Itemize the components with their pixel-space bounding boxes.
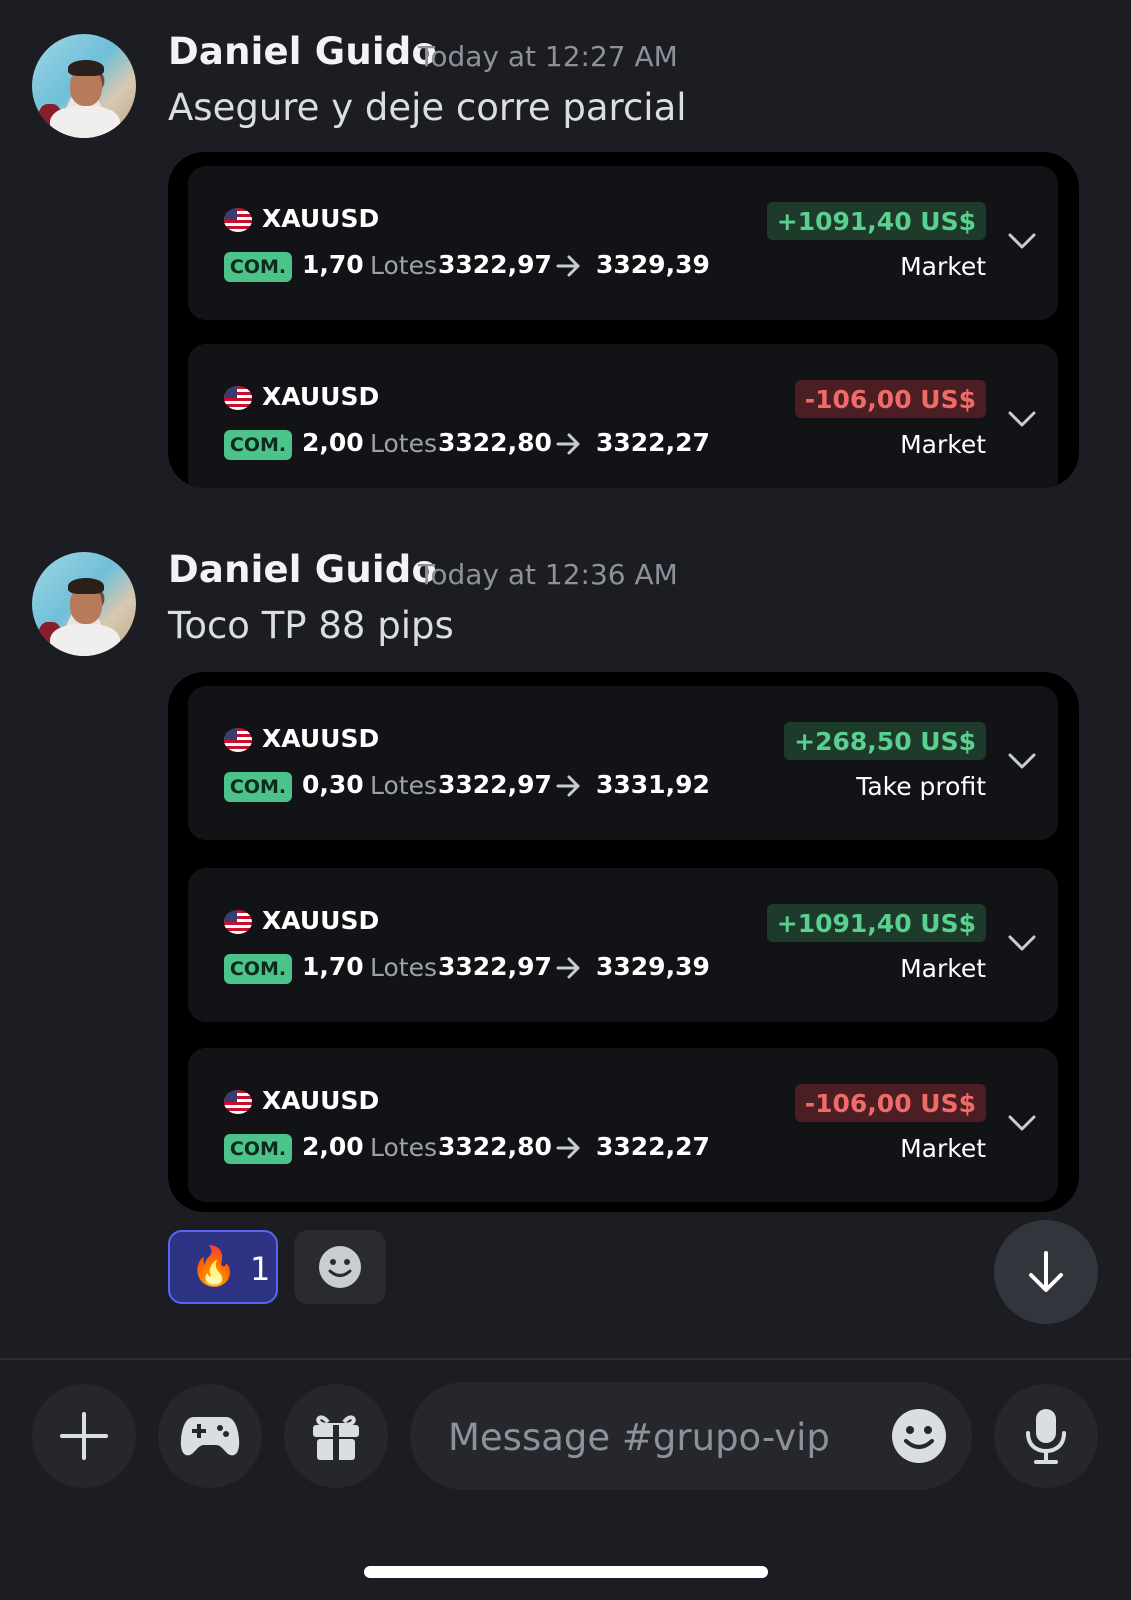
gift-icon [313,1415,359,1460]
trade-side-badge: COM. [224,954,292,984]
activities-button[interactable] [158,1384,262,1488]
trade-pnl: +1091,40 US$ [766,202,986,240]
gamepad-icon [180,1417,240,1456]
smiley-icon[interactable] [890,1407,948,1465]
trade-card[interactable]: XAUUSD COM. 2,00 Lotes 3322,80 3322,27 -106,00… [188,1048,1058,1202]
trade-entry-price: 3322,80 [438,1132,552,1161]
arrow-down-icon [1029,1251,1063,1292]
avatar[interactable] [32,552,136,656]
trade-close-type: Market [900,252,986,281]
trade-symbol: XAUUSD [262,1086,380,1115]
trade-close-type: Market [900,954,986,983]
timestamp: Today at 12:27 AM [418,40,678,73]
arrow-right-icon [556,775,580,797]
trade-close-type: Take profit [856,772,986,801]
trade-exit-price: 3329,39 [596,250,710,279]
us-flag-icon [224,910,252,934]
microphone-icon [1026,1409,1066,1464]
fire-reaction-button[interactable]: 🔥 1 [168,1230,278,1304]
trades-embed: XAUUSD COM. 1,70 Lotes 3322,97 3329,39 +1091,4… [168,152,1079,488]
trade-lots-label: Lotes [370,251,437,280]
trades-embed: XAUUSD COM. 0,30 Lotes 3322,97 3331,92 +268,50… [168,672,1079,1212]
trade-lots: 0,30 [302,770,364,799]
trade-side-badge: COM. [224,430,292,460]
chevron-down-icon[interactable] [1008,232,1036,250]
trade-entry-price: 3322,97 [438,952,552,981]
trade-symbol: XAUUSD [262,906,380,935]
message-text: Toco TP 88 pips [168,604,454,647]
trade-lots: 1,70 [302,250,364,279]
message-input[interactable] [446,1406,880,1468]
trade-lots-label: Lotes [370,771,437,800]
trade-side-badge: COM. [224,252,292,282]
trade-exit-price: 3322,27 [596,428,710,457]
gift-button[interactable] [284,1384,388,1488]
trade-lots-label: Lotes [370,953,437,982]
author-name[interactable]: Daniel Guido [168,30,437,73]
timestamp: Today at 12:36 AM [418,558,678,591]
trade-card[interactable]: XAUUSD COM. 2,00 Lotes 3322,80 3322,27 -106,00… [188,344,1058,488]
trade-lots-label: Lotes [370,1133,437,1162]
trade-side-badge: COM. [224,772,292,802]
trade-pnl: -106,00 US$ [794,1084,986,1122]
plus-icon [60,1412,108,1460]
chevron-down-icon[interactable] [1008,752,1036,770]
trade-lots: 1,70 [302,952,364,981]
trade-lots: 2,00 [302,428,364,457]
arrow-right-icon [556,255,580,277]
arrow-right-icon [556,957,580,979]
trade-exit-price: 3331,92 [596,770,710,799]
message-composer[interactable] [410,1382,972,1490]
trade-pnl: -106,00 US$ [794,380,986,418]
avatar[interactable] [32,34,136,138]
arrow-right-icon [556,1137,580,1159]
smiley-icon [319,1246,361,1288]
reaction-count: 1 [250,1250,271,1288]
us-flag-icon [224,386,252,410]
trade-symbol: XAUUSD [262,724,380,753]
trade-symbol: XAUUSD [262,382,380,411]
trade-exit-price: 3322,27 [596,1132,710,1161]
trade-side-badge: COM. [224,1134,292,1164]
chevron-down-icon[interactable] [1008,410,1036,428]
divider [0,1358,1131,1360]
trade-lots-label: Lotes [370,429,437,458]
us-flag-icon [224,1090,252,1114]
trade-close-type: Market [900,430,986,459]
trade-card[interactable]: XAUUSD COM. 0,30 Lotes 3322,97 3331,92 +268,50… [188,686,1058,840]
message-text: Asegure y deje corre parcial [168,86,687,129]
us-flag-icon [224,728,252,752]
trade-close-type: Market [900,1134,986,1163]
us-flag-icon [224,208,252,232]
voice-message-button[interactable] [994,1384,1098,1488]
home-indicator [364,1566,768,1578]
trade-exit-price: 3329,39 [596,952,710,981]
chevron-down-icon[interactable] [1008,1114,1036,1132]
add-reaction-button[interactable] [294,1230,386,1304]
trade-pnl: +268,50 US$ [784,722,986,760]
trade-card[interactable]: XAUUSD COM. 1,70 Lotes 3322,97 3329,39 +1091,4… [188,868,1058,1022]
trade-lots: 2,00 [302,1132,364,1161]
scroll-down-button[interactable] [994,1220,1098,1324]
chevron-down-icon[interactable] [1008,934,1036,952]
add-attachment-button[interactable] [32,1384,136,1488]
arrow-right-icon [556,433,580,455]
fire-emoji-icon: 🔥 [190,1244,238,1288]
trade-entry-price: 3322,97 [438,770,552,799]
trade-card[interactable]: XAUUSD COM. 1,70 Lotes 3322,97 3329,39 +1091,4… [188,166,1058,320]
trade-entry-price: 3322,80 [438,428,552,457]
trade-symbol: XAUUSD [262,204,380,233]
author-name[interactable]: Daniel Guido [168,548,437,591]
trade-pnl: +1091,40 US$ [766,904,986,942]
trade-entry-price: 3322,97 [438,250,552,279]
